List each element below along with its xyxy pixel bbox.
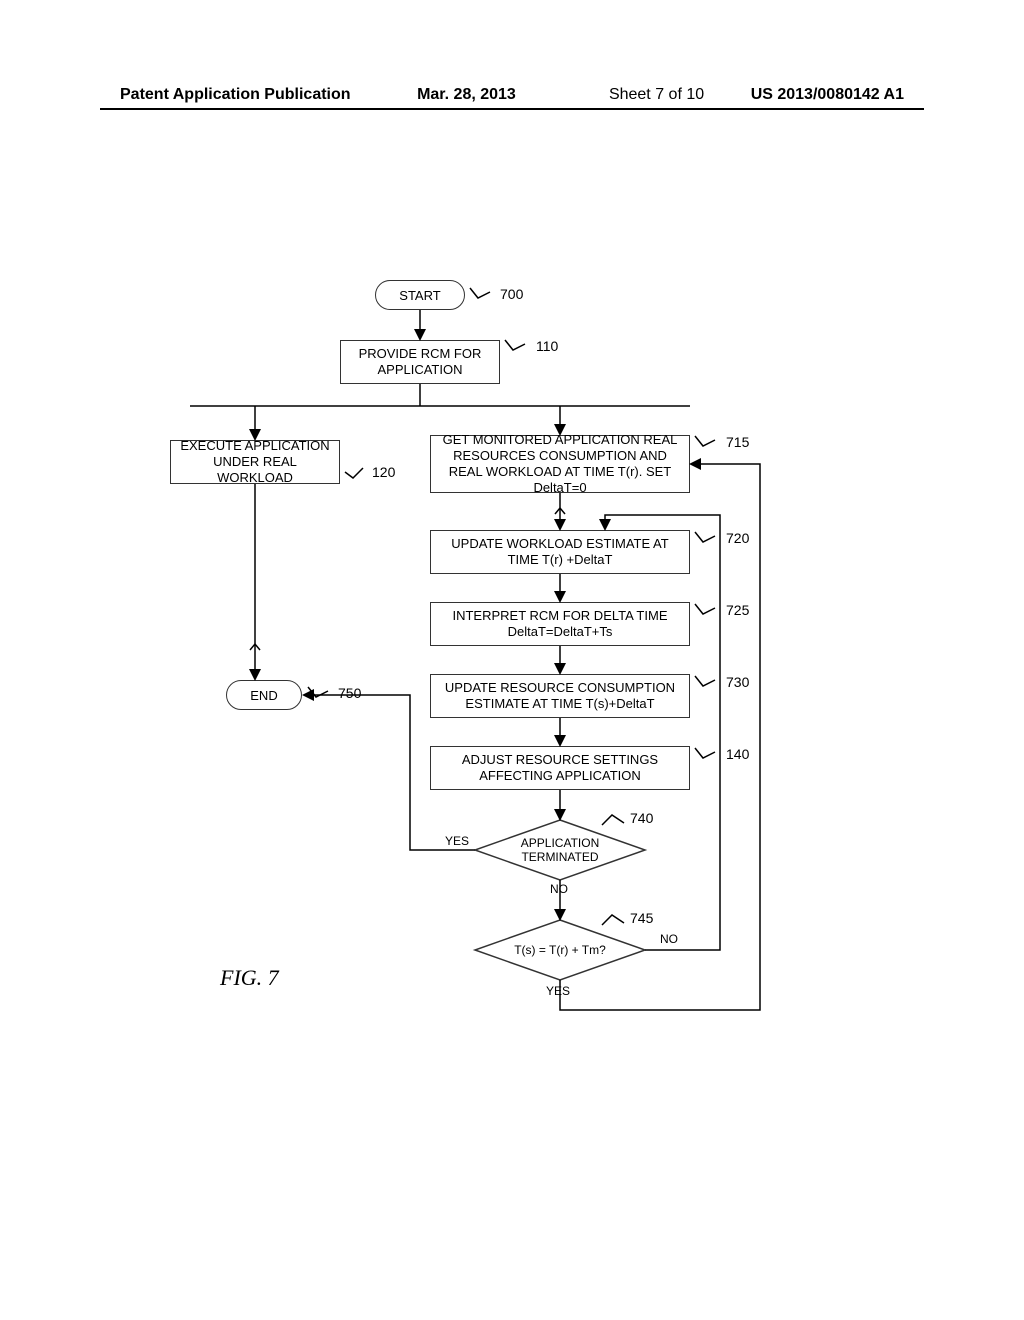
lead-140-icon: [695, 748, 725, 762]
lead-725-icon: [695, 604, 725, 618]
ref-110: 110: [536, 338, 558, 354]
box-120: EXECUTE APPLICATION UNDER REAL WORKLOAD: [170, 440, 340, 484]
box-725: INTERPRET RCM FOR DELTA TIME DeltaT=Delt…: [430, 602, 690, 646]
ref-740: 740: [630, 810, 653, 826]
branch-745-yes: YES: [546, 984, 570, 998]
flow-lines: [100, 110, 924, 1210]
box-730: UPDATE RESOURCE CONSUMPTION ESTIMATE AT …: [430, 674, 690, 718]
flowchart-canvas: START 700 PROVIDE RCM FOR APPLICATION 11…: [100, 110, 924, 1210]
ref-730: 730: [726, 674, 749, 690]
ref-720: 720: [726, 530, 749, 546]
ref-700: 700: [500, 286, 523, 302]
box-140-text: ADJUST RESOURCE SETTINGS AFFECTING APPLI…: [437, 752, 683, 785]
box-140: ADJUST RESOURCE SETTINGS AFFECTING APPLI…: [430, 746, 690, 790]
ref-140: 140: [726, 746, 749, 762]
ref-725: 725: [726, 602, 749, 618]
lead-110-icon: [505, 340, 535, 354]
ref-745: 745: [630, 910, 653, 926]
decision-740: APPLICATION TERMINATED: [475, 820, 645, 880]
box-110-text: PROVIDE RCM FOR APPLICATION: [347, 346, 493, 379]
figure-label: FIG. 7: [220, 965, 279, 991]
lead-715-icon: [695, 436, 725, 450]
lead-740-icon: [602, 813, 632, 827]
decision-740-text: APPLICATION TERMINATED: [475, 820, 645, 880]
box-110: PROVIDE RCM FOR APPLICATION: [340, 340, 500, 384]
end-label: END: [250, 688, 277, 703]
lead-720-icon: [695, 532, 725, 546]
header-publication: Patent Application Publication: [120, 86, 351, 104]
start-label: START: [399, 288, 440, 303]
box-715: GET MONITORED APPLICATION REAL RESOURCES…: [430, 435, 690, 493]
start-terminator: START: [375, 280, 465, 310]
lead-700-icon: [470, 288, 500, 302]
box-720-text: UPDATE WORKLOAD ESTIMATE AT TIME T(r) +D…: [437, 536, 683, 569]
branch-740-no: NO: [550, 882, 568, 896]
header-date: Mar. 28, 2013: [351, 86, 563, 104]
decision-745: T(s) = T(r) + Tm?: [475, 920, 645, 980]
box-720: UPDATE WORKLOAD ESTIMATE AT TIME T(r) +D…: [430, 530, 690, 574]
page-header: Patent Application Publication Mar. 28, …: [120, 86, 904, 104]
end-terminator: END: [226, 680, 302, 710]
lead-120-icon: [345, 466, 375, 480]
lead-730-icon: [695, 676, 725, 690]
ref-750: 750: [338, 685, 361, 701]
header-docnum: US 2013/0080142 A1: [751, 86, 904, 104]
box-120-text: EXECUTE APPLICATION UNDER REAL WORKLOAD: [177, 438, 333, 487]
box-730-text: UPDATE RESOURCE CONSUMPTION ESTIMATE AT …: [437, 680, 683, 713]
lead-745-icon: [602, 913, 632, 927]
branch-740-yes: YES: [445, 834, 469, 848]
branch-745-no: NO: [660, 932, 678, 946]
header-sheet: Sheet 7 of 10: [562, 86, 750, 104]
box-725-text: INTERPRET RCM FOR DELTA TIME DeltaT=Delt…: [437, 608, 683, 641]
ref-120: 120: [372, 464, 395, 480]
ref-715: 715: [726, 434, 749, 450]
lead-750-icon: [308, 687, 338, 701]
decision-745-text: T(s) = T(r) + Tm?: [475, 920, 645, 980]
box-715-text: GET MONITORED APPLICATION REAL RESOURCES…: [437, 432, 683, 497]
